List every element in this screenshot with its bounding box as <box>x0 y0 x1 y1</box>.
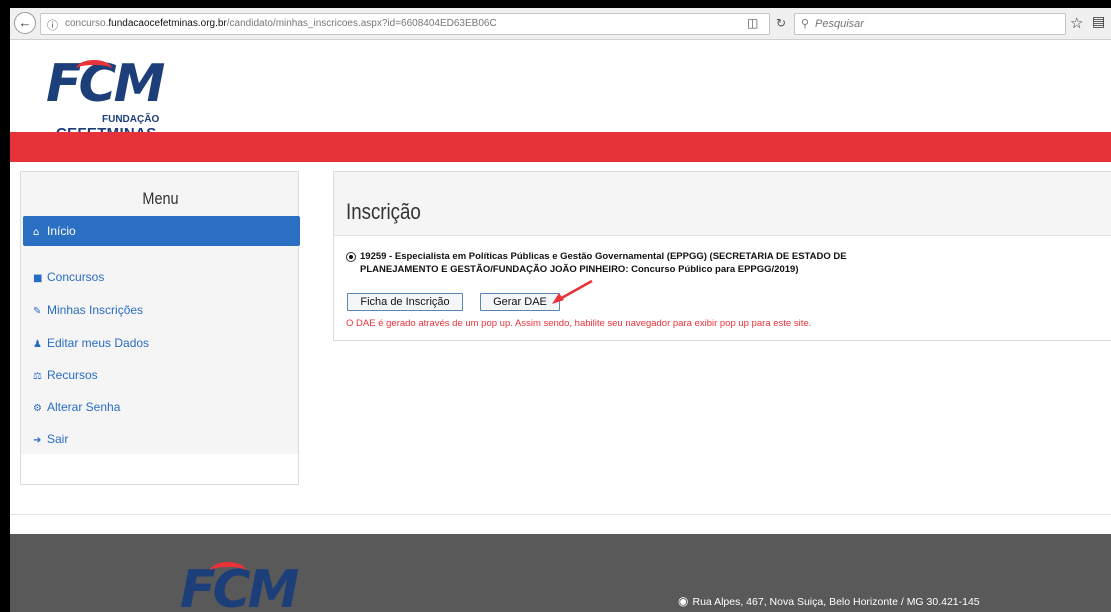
user-icon: ♟ <box>33 339 42 350</box>
address-bar[interactable]: ⓘ concurso.fundacaocefetminas.org.br/can… <box>40 13 770 35</box>
inscricao-description: 19259 - Especialista em Políticas Públic… <box>360 251 847 275</box>
gear-icon: ⚙ <box>33 403 42 414</box>
search-icon: ⚲ <box>801 17 810 30</box>
reader-view-icon[interactable]: ◫ <box>747 16 758 30</box>
footer-address: ◉ Rua Alpes, 467, Nova Suiça, Belo Horizo… <box>678 594 980 608</box>
sidebar-item-label: Editar meus Dados <box>47 336 150 350</box>
ficha-inscricao-button[interactable]: Ficha de Inscrição <box>347 293 463 311</box>
folder-icon: ■ <box>33 273 43 284</box>
page-title: Inscrição <box>346 199 421 224</box>
panel-header: Inscrição <box>334 172 1111 236</box>
url-text[interactable]: concurso.fundacaocefetminas.org.br/candi… <box>65 18 497 29</box>
popup-warning-text: O DAE é gerado através de um pop up. Ass… <box>346 318 812 329</box>
balance-icon: ⚖ <box>33 371 42 382</box>
header-red-bar <box>10 132 1111 162</box>
sidebar-item-recursos[interactable]: ⚖ Recursos <box>27 361 301 389</box>
footer-divider <box>10 514 1111 515</box>
sidebar-item-concursos[interactable]: ■ Concursos <box>27 263 301 291</box>
logo-swoosh <box>76 60 112 78</box>
gerar-dae-button[interactable]: Gerar DAE <box>480 293 560 311</box>
logo-fundacao: FUNDAÇÃO <box>102 114 160 125</box>
inscricao-panel: Inscrição 19259 - Especialista em Políti… <box>333 171 1111 341</box>
clipboard-icon[interactable]: ▤ <box>1092 14 1105 30</box>
sidebar-item-label: Início <box>47 224 76 238</box>
sidebar-item-label: Concursos <box>47 270 105 284</box>
inscricao-radio[interactable] <box>346 252 356 262</box>
edit-icon: ✎ <box>33 306 42 317</box>
sidebar-item-alterar-senha[interactable]: ⚙ Alterar Senha <box>27 393 301 421</box>
red-arrow-annotation <box>552 279 593 304</box>
footer-logo-swoosh <box>210 562 246 580</box>
sidebar-item-label: Sair <box>47 432 69 446</box>
browser-window: ← ⓘ concurso.fundacaocefetminas.org.br/c… <box>10 8 1111 612</box>
sidebar-item-inicio[interactable]: ⌂ Início <box>23 216 300 246</box>
bookmark-star-icon[interactable]: ☆ <box>1070 14 1083 32</box>
back-arrow-icon[interactable]: ← <box>14 12 36 34</box>
sidebar-item-editar-dados[interactable]: ♟ Editar meus Dados <box>27 329 301 357</box>
sidebar-menu: Menu ⌂ Início ■ Concursos ✎ Minhas Inscriçõ… <box>20 171 301 485</box>
menu-title: Menu <box>142 189 179 208</box>
search-bar[interactable]: ⚲ <box>794 13 1066 35</box>
sidebar-item-label: Alterar Senha <box>47 400 121 414</box>
sidebar-item-label: Minhas Inscrições <box>47 303 144 317</box>
sidebar-item-minhas-inscricoes[interactable]: ✎ Minhas Inscrições <box>27 296 301 324</box>
search-input[interactable] <box>815 16 1055 32</box>
sign-out-icon: ➜ <box>33 435 42 446</box>
home-icon: ⌂ <box>33 227 40 238</box>
browser-toolbar: ← ⓘ concurso.fundacaocefetminas.org.br/c… <box>10 8 1111 40</box>
footer: FCM ◉ Rua Alpes, 467, Nova Suiça, Belo Ho… <box>10 534 1111 612</box>
map-pin-icon: ◉ <box>678 594 689 608</box>
sidebar-footer <box>21 454 298 484</box>
reload-icon[interactable]: ↻ <box>776 16 786 30</box>
footer-address-text: Rua Alpes, 467, Nova Suiça, Belo Horizon… <box>692 596 980 608</box>
sidebar-item-label: Recursos <box>47 368 98 382</box>
sidebar-item-sair[interactable]: ➜ Sair <box>27 425 301 453</box>
info-icon[interactable]: ⓘ <box>47 17 58 33</box>
